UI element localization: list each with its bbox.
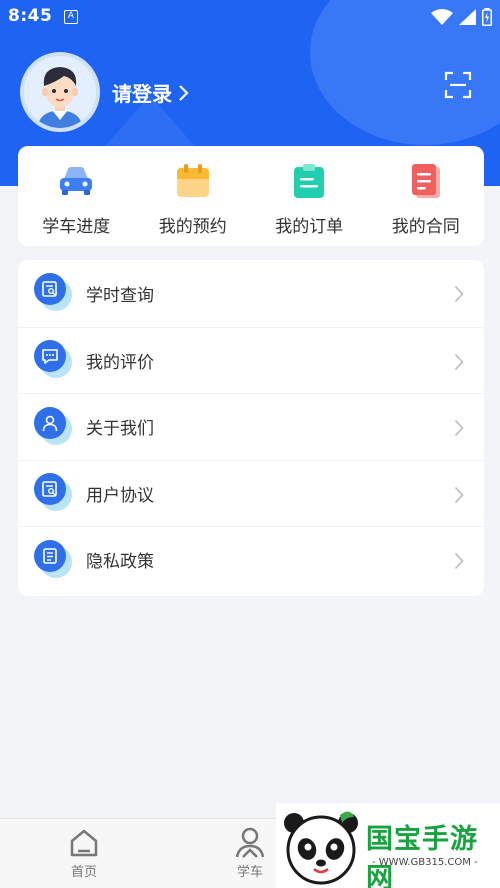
login-link[interactable]: 请登录 <box>112 78 190 107</box>
signal-icon <box>459 9 476 25</box>
chevron-right-icon <box>454 285 464 303</box>
quick-action-orders[interactable]: 我的订单 <box>251 146 368 246</box>
menu-item-label: 隐私政策 <box>86 552 154 573</box>
status-time: 8:45 <box>8 6 53 26</box>
quick-action-progress[interactable]: 学车进度 <box>18 146 135 246</box>
login-label: 请登录 <box>112 82 172 106</box>
chevron-right-icon <box>454 353 464 370</box>
quick-action-label: 学车进度 <box>42 217 111 237</box>
battery-icon <box>482 8 492 26</box>
watermark-subtitle: - WWW.GB315.COM - <box>372 857 478 868</box>
notification-icon: A <box>64 10 78 24</box>
watermark-title: 国宝手游网 <box>366 824 478 888</box>
home-icon <box>70 829 98 857</box>
chevron-right-icon <box>179 84 189 101</box>
quick-action-label: 我的订单 <box>275 217 344 237</box>
quick-action-contract[interactable]: 我的合同 <box>368 146 485 246</box>
menu-item-label: 我的评价 <box>86 352 154 373</box>
wifi-icon <box>431 9 453 25</box>
menu-item-about[interactable]: 关于我们 <box>18 393 484 460</box>
chevron-right-icon <box>454 486 464 503</box>
learner-icon <box>235 827 265 858</box>
chevron-right-icon <box>454 419 464 437</box>
avatar-boy-icon <box>24 56 96 128</box>
site-watermark: 国宝手游网 - WWW.GB315.COM - <box>276 803 500 888</box>
quick-actions-card: 学车进度 我的预约 我的订单 我的合同 <box>18 146 484 246</box>
status-bar: 8:45 A <box>0 0 500 34</box>
menu-list: 学时查询 我的评价 关于我们 用户协议 隐私政策 <box>18 260 484 596</box>
user-avatar[interactable] <box>20 52 100 132</box>
chat-icon <box>34 340 74 380</box>
quick-action-label: 我的合同 <box>391 217 460 237</box>
user-icon <box>34 406 74 447</box>
quick-action-label: 我的预约 <box>158 217 227 237</box>
tab-label: 学车 <box>236 865 263 880</box>
tab-home[interactable]: 首页 <box>44 827 124 880</box>
menu-item-privacy-policy[interactable]: 隐私政策 <box>18 526 484 593</box>
car-icon <box>57 162 95 200</box>
document-icon <box>34 539 74 580</box>
tab-label: 首页 <box>70 865 97 880</box>
menu-item-user-agreement[interactable]: 用户协议 <box>18 459 484 527</box>
chevron-right-icon <box>454 552 464 570</box>
search-doc-icon <box>34 473 74 513</box>
menu-item-label: 用户协议 <box>86 485 154 506</box>
menu-item-reviews[interactable]: 我的评价 <box>18 326 484 394</box>
panda-logo-icon <box>284 811 358 885</box>
menu-item-study-hours[interactable]: 学时查询 <box>18 260 484 327</box>
quick-action-booking[interactable]: 我的预约 <box>135 146 252 246</box>
scan-icon[interactable] <box>444 71 472 99</box>
status-icons <box>431 8 492 26</box>
menu-item-label: 学时查询 <box>86 285 154 306</box>
search-doc-icon <box>34 273 74 313</box>
calendar-icon <box>174 162 212 200</box>
menu-item-label: 关于我们 <box>86 419 154 440</box>
document-icon <box>407 162 445 200</box>
clipboard-icon <box>290 162 328 200</box>
